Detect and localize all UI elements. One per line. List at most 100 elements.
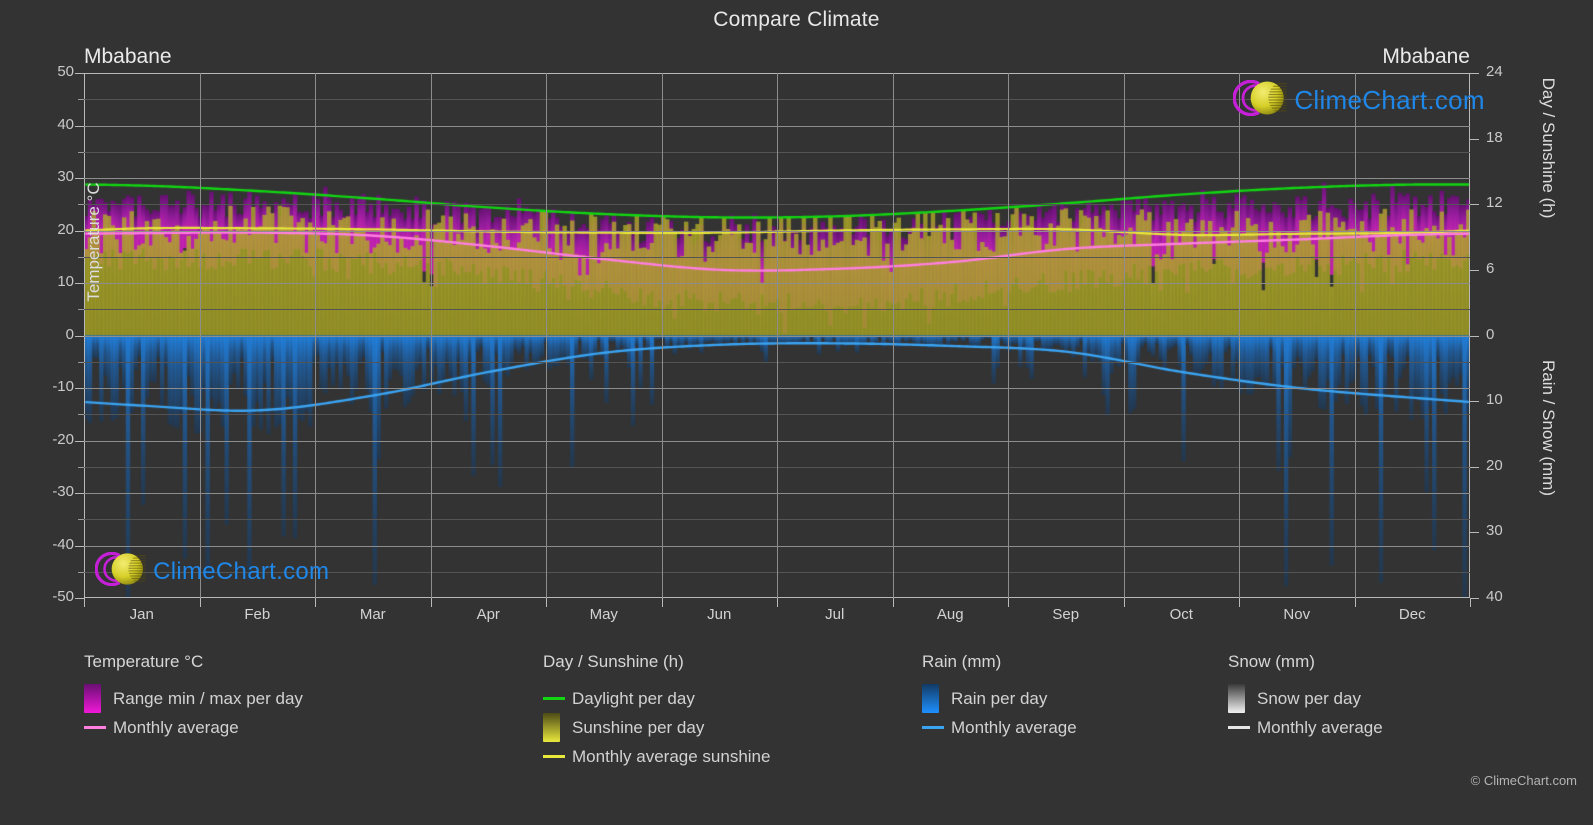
- gridline-vertical: [1124, 73, 1125, 598]
- axis-tick-label-right-mm: 40: [1486, 588, 1503, 605]
- axis-tick-bottom: [84, 598, 85, 607]
- axis-tick-left: [75, 73, 84, 74]
- axis-tick-label-right-mm: 10: [1486, 391, 1503, 408]
- axis-tick-label-left: 40: [57, 116, 74, 133]
- x-axis-tick-label: Feb: [244, 606, 271, 623]
- axis-tick-label-right-hours: 0: [1486, 326, 1495, 343]
- axis-tick-label-left: -50: [52, 588, 74, 605]
- gridline-vertical: [893, 73, 894, 598]
- legend-item-label: Daylight per day: [572, 688, 695, 708]
- legend-color-swatch: [84, 684, 101, 713]
- axis-tick-bottom: [1355, 598, 1356, 607]
- axis-tick-label-left: 30: [57, 168, 74, 185]
- axis-tick-left: [75, 283, 84, 284]
- legend-item-label: Monthly average: [1257, 717, 1383, 737]
- y-axis-label-left: Temperature °C: [84, 182, 103, 302]
- y-axis-label-right-top: Day / Sunshine (h): [1539, 77, 1558, 219]
- axis-tick-left: [75, 598, 84, 599]
- axis-tick-bottom: [200, 598, 201, 607]
- legend-item-label: Sunshine per day: [572, 717, 705, 737]
- legend-item-label: Range min / max per day: [113, 688, 303, 708]
- y-axis-label-right-bottom: Rain / Snow (mm): [1539, 359, 1558, 497]
- gridline-vertical: [431, 73, 432, 598]
- axis-tick-right-hours: [1470, 139, 1479, 140]
- axis-tick-label-right-hours: 12: [1486, 194, 1503, 211]
- axis-tick-left: [75, 546, 84, 547]
- copyright-notice: © ClimeChart.com: [1470, 773, 1577, 788]
- axis-tick-left-minor: [78, 467, 84, 468]
- axis-tick-right-mm: [1470, 598, 1479, 599]
- legend-item[interactable]: Rain per day: [922, 684, 1077, 713]
- axis-tick-bottom: [315, 598, 316, 607]
- axis-tick-left: [75, 126, 84, 127]
- legend-item[interactable]: Monthly average: [922, 713, 1077, 742]
- legend-color-swatch: [543, 713, 560, 742]
- legend-line-swatch: [543, 755, 572, 758]
- climechart-logo-icon: [94, 551, 146, 587]
- legend-item[interactable]: Monthly average: [84, 713, 303, 742]
- axis-tick-bottom: [1124, 598, 1125, 607]
- axis-tick-label-left: -10: [52, 378, 74, 395]
- legend-item-label: Monthly average: [951, 717, 1077, 737]
- x-axis-tick-label: Sep: [1052, 606, 1080, 623]
- axis-tick-left-minor: [78, 99, 84, 100]
- city-label-left: Mbabane: [84, 45, 172, 68]
- city-label-right: Mbabane: [1382, 45, 1470, 68]
- axis-tick-left-minor: [78, 572, 84, 573]
- axis-tick-left: [75, 231, 84, 232]
- x-axis-tick-label: Aug: [936, 606, 964, 623]
- legend-line-swatch: [1228, 726, 1257, 729]
- axis-tick-left-minor: [78, 362, 84, 363]
- climechart-logo-mark: [1232, 79, 1291, 121]
- gridline-vertical: [315, 73, 316, 598]
- axis-tick-label-left: -30: [52, 483, 74, 500]
- axis-tick-bottom: [1239, 598, 1240, 607]
- gridline-vertical: [200, 73, 201, 598]
- legend-item[interactable]: Monthly average: [1228, 713, 1383, 742]
- legend-item-label: Monthly average: [113, 717, 239, 737]
- legend-item-label: Rain per day: [951, 688, 1048, 708]
- axis-tick-left: [75, 493, 84, 494]
- gridline-vertical: [777, 73, 778, 598]
- axis-tick-bottom: [546, 598, 547, 607]
- legend-item[interactable]: Sunshine per day: [543, 713, 770, 742]
- axis-tick-right-hours: [1470, 204, 1479, 205]
- axis-tick-right-mm: [1470, 532, 1479, 533]
- gridline-vertical: [1355, 73, 1356, 598]
- x-axis-tick-label: Apr: [476, 606, 500, 623]
- axis-tick-label-right-mm: 30: [1486, 522, 1503, 539]
- axis-tick-label-left: 10: [57, 273, 74, 290]
- climechart-logo-top: ClimeChart.com: [1232, 79, 1485, 121]
- legend-color-swatch: [922, 684, 939, 713]
- axis-tick-bottom: [1470, 598, 1471, 607]
- axis-tick-left: [75, 441, 84, 442]
- axis-tick-label-right-hours: 24: [1486, 63, 1503, 80]
- axis-tick-left-minor: [78, 519, 84, 520]
- axis-tick-label-left: 0: [65, 326, 74, 343]
- legend-item[interactable]: Range min / max per day: [84, 684, 303, 713]
- legend-group: Rain (mm) Rain per day Monthly average: [922, 652, 1077, 742]
- gridline-vertical: [1239, 73, 1240, 598]
- legend-item[interactable]: Daylight per day: [543, 684, 770, 713]
- axis-tick-label-left: -20: [52, 431, 74, 448]
- axis-tick-bottom: [431, 598, 432, 607]
- x-axis-tick-label: Jul: [825, 606, 845, 623]
- x-axis-tick-label: Jan: [129, 606, 154, 623]
- gridline-vertical: [1008, 73, 1009, 598]
- axis-tick-label-right-hours: 6: [1486, 260, 1495, 277]
- axis-tick-right-hours: [1470, 336, 1479, 337]
- axis-tick-bottom: [1008, 598, 1009, 607]
- legend-color-swatch: [1228, 684, 1245, 713]
- axis-tick-bottom: [662, 598, 663, 607]
- legend-group: Temperature °C Range min / max per day Mon…: [84, 652, 303, 742]
- legend-line-swatch: [543, 697, 572, 700]
- x-axis-tick-label: Oct: [1169, 606, 1193, 623]
- axis-tick-label-left: 20: [57, 221, 74, 238]
- climechart-logo-mark: [94, 551, 150, 591]
- x-axis-tick-label: Nov: [1283, 606, 1311, 623]
- axis-tick-bottom: [777, 598, 778, 607]
- legend-item[interactable]: Snow per day: [1228, 684, 1383, 713]
- x-axis-tick-label: Jun: [707, 606, 732, 623]
- legend-item[interactable]: Monthly average sunshine: [543, 742, 770, 771]
- legend-group-title: Snow (mm): [1228, 652, 1315, 671]
